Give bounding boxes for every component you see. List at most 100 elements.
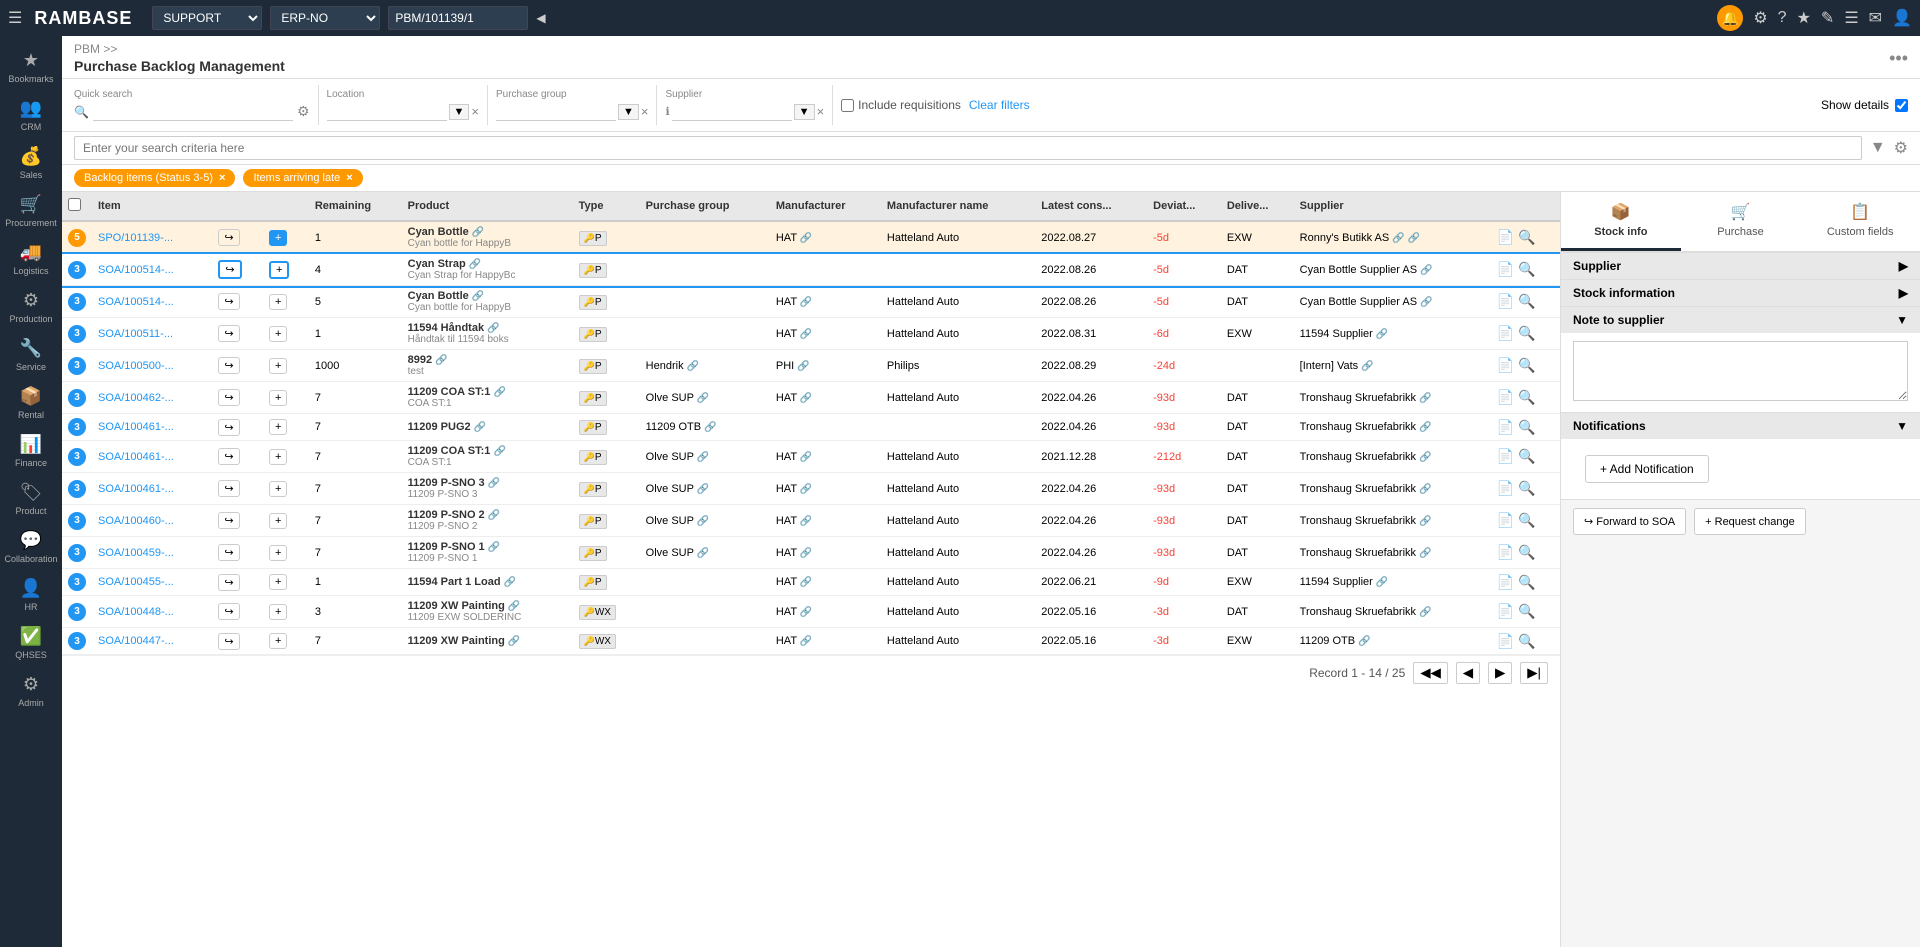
row-add-button[interactable]: + [269, 230, 287, 246]
table-row[interactable]: 3 SOA/100447-... ↪ + 7 11209 XW Painting… [62, 628, 1560, 655]
row-document-icon[interactable]: 📄 [1497, 512, 1514, 529]
row-search-icon[interactable]: 🔍 [1518, 229, 1535, 246]
star-icon[interactable]: ★ [1797, 8, 1811, 28]
row-search-icon[interactable]: 🔍 [1518, 633, 1535, 650]
row-navigate-action[interactable]: ↪ [211, 628, 262, 655]
row-item[interactable]: SOA/100455-... [92, 569, 211, 596]
row-navigate-action[interactable]: ↪ [211, 505, 262, 537]
row-document-icon[interactable]: 📄 [1497, 448, 1514, 465]
row-search-icon[interactable]: 🔍 [1518, 574, 1535, 591]
mfr-link-icon[interactable]: 🔗 [800, 452, 812, 463]
row-navigate-action[interactable]: ↪ [211, 473, 262, 505]
pg-link-icon[interactable]: 🔗 [697, 484, 709, 495]
row-navigate-action[interactable]: ↪ [211, 221, 262, 254]
help-icon[interactable]: ? [1778, 9, 1787, 27]
mfr-link-icon[interactable]: 🔗 [797, 361, 809, 372]
row-navigate-action[interactable]: ↪ [211, 569, 262, 596]
pg-link-icon[interactable]: 🔗 [697, 548, 709, 559]
mfr-link-icon[interactable]: 🔗 [800, 329, 812, 340]
mail-icon[interactable]: ✉ [1869, 8, 1882, 28]
hamburger-menu[interactable]: ☰ [8, 8, 22, 28]
supplier-section-header[interactable]: Supplier ▶ [1561, 253, 1920, 279]
supplier-ext-icon[interactable]: 🔗 [1419, 607, 1431, 618]
pagination-next-button[interactable]: ▶ [1488, 662, 1512, 684]
row-add-button[interactable]: + [269, 326, 287, 342]
search-filter-icon[interactable]: ▼ [1870, 139, 1886, 157]
row-search-icon[interactable]: 🔍 [1518, 389, 1535, 406]
filter-settings-icon[interactable]: ⚙ [297, 103, 310, 120]
row-document-icon[interactable]: 📄 [1497, 229, 1514, 246]
supplier-ext-icon[interactable]: 🔗 [1419, 484, 1431, 495]
row-navigate-action[interactable]: ↪ [211, 537, 262, 569]
mfr-link-icon[interactable]: 🔗 [800, 297, 812, 308]
row-add-button[interactable]: + [269, 390, 287, 406]
row-add-button[interactable]: + [269, 604, 287, 620]
row-search-icon[interactable]: 🔍 [1518, 261, 1535, 278]
row-add-action[interactable]: + [262, 221, 309, 254]
row-document-icon[interactable]: 📄 [1497, 357, 1514, 374]
pagination-prev-button[interactable]: ◀ [1456, 662, 1480, 684]
row-search-icon[interactable]: 🔍 [1518, 512, 1535, 529]
stock-info-section-header[interactable]: Stock information ▶ [1561, 280, 1920, 306]
supplier-ext-icon[interactable]: 🔗 [1358, 636, 1370, 647]
row-item[interactable]: SOA/100514-... [92, 254, 211, 286]
row-add-action[interactable]: + [262, 286, 309, 318]
edit-icon[interactable]: ✎ [1821, 8, 1834, 28]
row-navigate-action[interactable]: ↪ [211, 382, 262, 414]
menu-icon[interactable]: ☰ [1844, 8, 1858, 28]
sidebar-item-sales[interactable]: 💰 Sales [0, 140, 62, 186]
row-navigate-action[interactable]: ↪ [211, 414, 262, 441]
sidebar-item-service[interactable]: 🔧 Service [0, 332, 62, 378]
row-navigate-action[interactable]: ↪ [211, 286, 262, 318]
sidebar-item-hr[interactable]: 👤 HR [0, 572, 62, 618]
purchase-group-clear-button[interactable]: × [641, 104, 649, 119]
row-search-icon[interactable]: 🔍 [1518, 293, 1535, 310]
table-row[interactable]: 3 SOA/100514-... ↪ + 4 Cyan Strap 🔗 Cyan… [62, 254, 1560, 286]
criteria-search-input[interactable] [74, 136, 1862, 160]
mfr-link-icon[interactable]: 🔗 [800, 636, 812, 647]
table-row[interactable]: 3 SOA/100462-... ↪ + 7 11209 COA ST:1 🔗 … [62, 382, 1560, 414]
path-input[interactable]: PBM/101139/1 [388, 6, 528, 30]
filter-tag-backlog[interactable]: Backlog items (Status 3-5) × [74, 169, 235, 187]
tab-stock-info[interactable]: 📦 Stock info [1561, 192, 1681, 251]
row-document-icon[interactable]: 📄 [1497, 480, 1514, 497]
row-navigate-action[interactable]: ↪ [211, 350, 262, 382]
note-to-supplier-textarea[interactable] [1573, 341, 1908, 401]
filter-tag-backlog-remove[interactable]: × [219, 172, 225, 184]
filter-tag-late[interactable]: Items arriving late × [243, 169, 362, 187]
row-item[interactable]: SOA/100447-... [92, 628, 211, 655]
settings-icon[interactable]: ⚙ [1753, 8, 1767, 28]
mfr-link-icon[interactable]: 🔗 [800, 577, 812, 588]
supplier-ext-icon[interactable]: 🔗 [1408, 233, 1420, 244]
row-item[interactable]: SOA/100461-... [92, 414, 211, 441]
row-item[interactable]: SOA/100514-... [92, 286, 211, 318]
product-link-icon[interactable]: 🔗 [504, 577, 516, 588]
product-link-icon[interactable]: 🔗 [493, 446, 505, 457]
row-navigate-button[interactable]: ↪ [218, 512, 239, 529]
sidebar-item-crm[interactable]: 👥 CRM [0, 92, 62, 138]
tab-custom-fields[interactable]: 📋 Custom fields [1800, 192, 1920, 251]
row-document-icon[interactable]: 📄 [1497, 261, 1514, 278]
alert-button[interactable]: 🔔 [1717, 5, 1743, 31]
supplier-ext-icon[interactable]: 🔗 [1419, 393, 1431, 404]
location-clear-button[interactable]: × [471, 104, 479, 119]
row-item[interactable]: SOA/100460-... [92, 505, 211, 537]
row-add-button[interactable]: + [269, 633, 287, 649]
sidebar-item-qhses[interactable]: ✅ QHSES [0, 620, 62, 666]
select-all-checkbox[interactable] [68, 198, 81, 211]
row-navigate-button[interactable]: ↪ [218, 229, 239, 246]
row-add-action[interactable]: + [262, 382, 309, 414]
row-navigate-button[interactable]: ↪ [218, 633, 239, 650]
mfr-link-icon[interactable]: 🔗 [800, 548, 812, 559]
sidebar-item-procurement[interactable]: 🛒 Procurement [0, 188, 62, 234]
row-document-icon[interactable]: 📄 [1497, 325, 1514, 342]
row-item[interactable]: SPO/101139-... [92, 221, 211, 254]
sidebar-item-bookmarks[interactable]: ★ Bookmarks [0, 44, 62, 90]
mfr-link-icon[interactable]: 🔗 [800, 484, 812, 495]
row-search-icon[interactable]: 🔍 [1518, 480, 1535, 497]
purchase-group-input[interactable] [496, 102, 616, 121]
pg-link-icon[interactable]: 🔗 [697, 516, 709, 527]
supplier-ext-icon[interactable]: 🔗 [1419, 516, 1431, 527]
row-add-action[interactable]: + [262, 350, 309, 382]
row-document-icon[interactable]: 📄 [1497, 544, 1514, 561]
